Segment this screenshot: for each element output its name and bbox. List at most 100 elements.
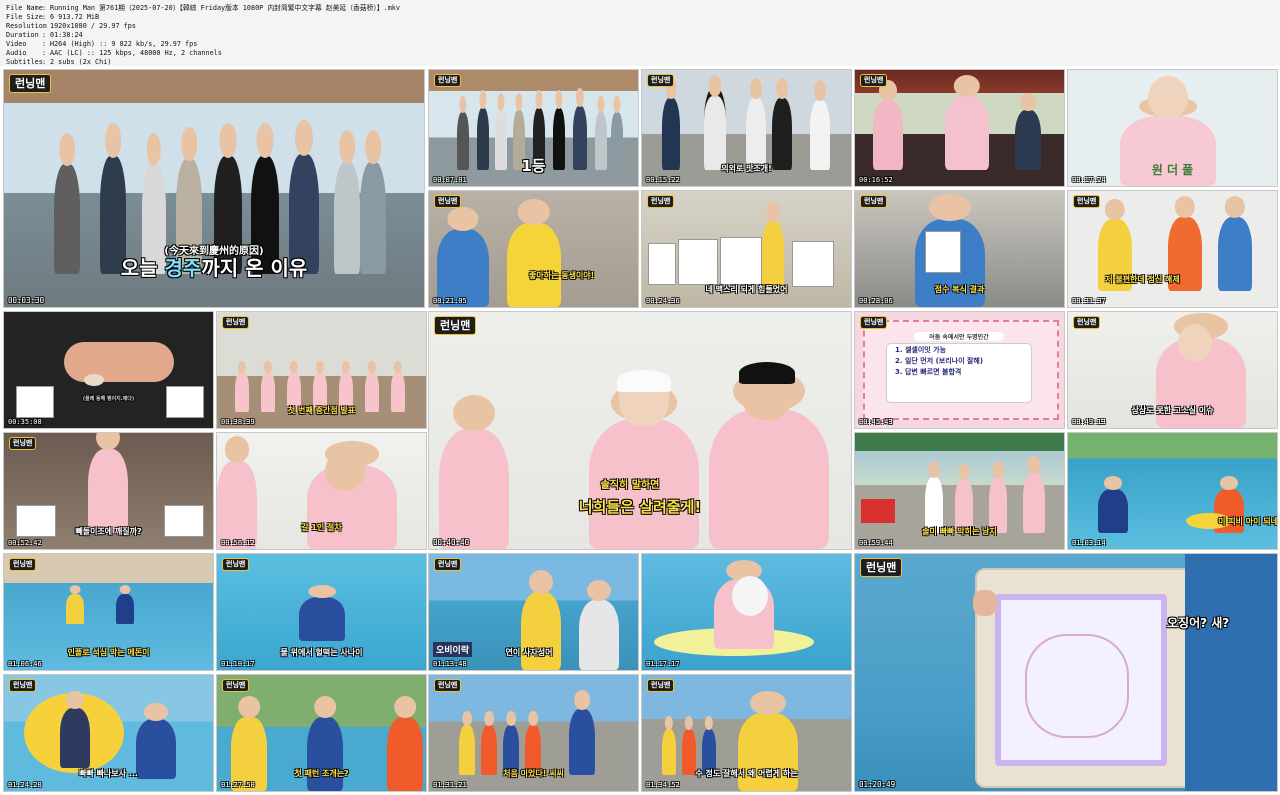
thumbnail-17[interactable]: 솔이 빠빠 막히는 남지 00:59:44 <box>854 432 1065 550</box>
sign-board <box>720 237 762 285</box>
shell <box>84 374 104 386</box>
timestamp: 00:24:36 <box>646 297 680 305</box>
thumbnail-4[interactable]: 런닝맨 00:16:52 <box>854 69 1065 187</box>
subtitle: 좋아하는 동생이야! <box>529 271 595 280</box>
timestamp: 01:34:52 <box>646 781 680 789</box>
thumbnail-9[interactable]: 런닝맨 저 불편한데 정신 해제 00:31:37 <box>1067 190 1278 308</box>
umbrella <box>855 433 1064 451</box>
timestamp: 00:16:52 <box>859 176 893 184</box>
thumbnail-12[interactable]: 런닝맨 솔직히 말하면 너희들은 살려줄게! 00:40:40 <box>428 311 852 550</box>
thumbnail-27[interactable]: 런닝맨 수 정도 잘해서 왜 어렵게 하는 01:34:52 <box>641 674 852 792</box>
thumbnail-18[interactable]: 이 피비 아이 되네 01:03:14 <box>1067 432 1278 550</box>
running-man-logo: 런닝맨 <box>222 679 250 692</box>
doodle <box>1025 634 1129 738</box>
running-man-logo: 런닝맨 <box>647 74 675 87</box>
subtitle: 첫 번째 중간점 발표 <box>287 406 356 415</box>
panel-title: 어둠 속에서만 두명인간 <box>914 332 1004 341</box>
subtitle: 오늘 경주까지 온 이유 <box>120 256 308 280</box>
subtitle: 점수 복식 결과 <box>934 285 985 294</box>
cap <box>739 362 795 384</box>
video-row: Video: H264 (High) :: 9 822 kb/s, 29.97 f… <box>6 40 198 48</box>
subtitle: 의외로 맛조개! <box>721 164 772 173</box>
hand <box>973 590 997 616</box>
face <box>1148 76 1188 120</box>
face <box>325 451 365 491</box>
running-man-logo: 런닝맨 <box>860 316 888 329</box>
timestamp: 00:52:42 <box>8 539 42 547</box>
rule-2: 2. 일단 먼저 (보리나이 잘해) <box>895 357 984 365</box>
subtitle-top: 오비이락 <box>433 642 473 657</box>
timestamp: 00:03:30 <box>8 296 45 305</box>
thumbnail-24[interactable]: 런닝맨 빠빠 빠나보사 ... 01:24:20 <box>3 674 214 792</box>
running-man-logo: 런닝맨 <box>434 558 462 571</box>
thumbnail-13[interactable]: 어둠 속에서만 두명인간 1. 셀셀이잇 가능 2. 일단 먼저 (보리나이 잘… <box>854 311 1065 429</box>
file-info-header: File Name: Running Man 第761期（2025-07-20）【… <box>0 0 1280 66</box>
thumbnail-16[interactable]: 갈 1인 절차 00:56:12 <box>216 432 427 550</box>
thumbnail-22[interactable]: 01:17:17 <box>641 553 852 671</box>
shell-card <box>166 386 204 418</box>
resolution-row: Resolution: 1920x1080 / 29.97 fps <box>6 22 136 30</box>
timestamp: 00:59:44 <box>859 539 893 547</box>
thumbnail-1[interactable]: 런닝맨 (今天來到慶州的原因) 오늘 경주까지 온 이유 00:03:30 <box>3 69 425 308</box>
subtitle: 저 불편한데 정신 해제 <box>1105 275 1180 284</box>
thumbnail-6[interactable]: 런닝맨 좋아하는 동생이야! 00:21:05 <box>428 190 639 308</box>
subtitle: (플레 동해 팽이지.제다) <box>82 396 135 402</box>
timestamp: 00:45:43 <box>859 418 893 426</box>
running-man-logo: 런닝맨 <box>860 74 888 87</box>
running-man-logo: 런닝맨 <box>434 316 477 335</box>
thumbnail-5[interactable]: 원 더 풀 00:17:24 <box>1067 69 1278 187</box>
subtitle: 수 정도 잘해서 왜 어렵게 하는 <box>695 769 798 778</box>
timestamp: 01:13:48 <box>433 660 467 668</box>
face-cover <box>732 576 768 616</box>
timestamp: 00:21:05 <box>433 297 467 305</box>
thumbnail-15[interactable]: 런닝맨 빼돌이조에 깨질까? 00:52:42 <box>3 432 214 550</box>
thumbnail-21[interactable]: 런닝맨 오비이락 연이 사자성어 01:13:48 <box>428 553 639 671</box>
running-man-logo: 런닝맨 <box>222 316 250 329</box>
thumbnail-2[interactable]: 런닝맨 1등 00:07:01 <box>428 69 639 187</box>
running-man-logo: 런닝맨 <box>434 74 462 87</box>
thumbnail-20[interactable]: 런닝맨 물 위에서 헐떡는 사나이 01:10:17 <box>216 553 427 671</box>
cap <box>617 370 671 392</box>
sign-board <box>678 239 718 285</box>
running-man-logo: 런닝맨 <box>9 437 37 450</box>
timestamp: 01:06:46 <box>8 660 42 668</box>
hand <box>64 342 174 382</box>
rule-1: 1. 셀셀이잇 가능 <box>895 346 947 354</box>
timestamp: 00:31:37 <box>1072 297 1106 305</box>
subtitle: 인플로 석심 막는 에돈이 <box>67 648 150 657</box>
thumbnail-11[interactable]: 런닝맨 첫 번째 중간점 발표 00:38:39 <box>216 311 427 429</box>
timestamp: 01:31:21 <box>433 781 467 789</box>
timestamp: 01:10:17 <box>221 660 255 668</box>
audio-row: Audio: AAC (LC) :: 125 kbps, 48000 Hz, 2 … <box>6 49 222 57</box>
running-man-logo: 런닝맨 <box>434 679 462 692</box>
duration-row: Duration:01:38:24 <box>6 31 83 39</box>
thumbnail-7[interactable]: 런닝맨 네 맥스리 되게 힘들었어 00:24:36 <box>641 190 852 308</box>
subtitle: 너희들은 살려줄게! <box>578 498 702 516</box>
thumbnail-26[interactable]: 런닝맨 처음 이었다! 씨씨 01:31:21 <box>428 674 639 792</box>
rules-list: 어둠 속에서만 두명인간 1. 셀셀이잇 가능 2. 일단 먼저 (보리나이 잘… <box>887 332 1031 402</box>
running-man-logo: 런닝맨 <box>1073 195 1101 208</box>
thumbnail-10[interactable]: (플레 동해 팽이지.제다) 00:35:08 <box>3 311 214 429</box>
running-man-logo: 런닝맨 <box>1073 316 1101 329</box>
thumbnail-25[interactable]: 런닝맨 첫 패턴 조개는? 01:27:50 <box>216 674 427 792</box>
running-man-logo: 런닝맨 <box>9 679 37 692</box>
thumbnail-8[interactable]: 런닝맨 점수 복식 결과 00:28:06 <box>854 190 1065 308</box>
timestamp: 01:17:17 <box>646 660 680 668</box>
running-man-logo: 런닝맨 <box>9 74 52 93</box>
timestamp: 00:38:39 <box>221 418 255 426</box>
subtitle: 상상도 못한 고소실 이슈 <box>1131 406 1214 415</box>
thumbnail-23[interactable]: 런닝맨 오징어? 새? 01:20:49 <box>854 553 1278 792</box>
timestamp: 00:17:24 <box>1072 176 1106 184</box>
thumbnail-19[interactable]: 런닝맨 인플로 석심 막는 에돈이 01:06:46 <box>3 553 214 671</box>
cooler <box>861 499 895 523</box>
subtitle: 물 위에서 헐떡는 사나이 <box>280 648 363 657</box>
running-man-logo: 런닝맨 <box>860 558 903 577</box>
timestamp: 01:24:20 <box>8 781 42 789</box>
subtitle: 네 맥스리 되게 힘들었어 <box>705 285 788 294</box>
subtitle-top: 솔직히 말하면 <box>600 480 660 491</box>
subtitle: 이 피비 아이 되네 <box>1218 517 1278 526</box>
file-name-row: File Name: Running Man 第761期（2025-07-20）【… <box>6 4 400 12</box>
thumbnail-3[interactable]: 런닝맨 의외로 맛조개! 00:15:22 <box>641 69 852 187</box>
thumbnail-14[interactable]: 런닝맨 상상도 못한 고소실 이슈 00:49:13 <box>1067 311 1278 429</box>
running-man-logo: 런닝맨 <box>647 679 675 692</box>
